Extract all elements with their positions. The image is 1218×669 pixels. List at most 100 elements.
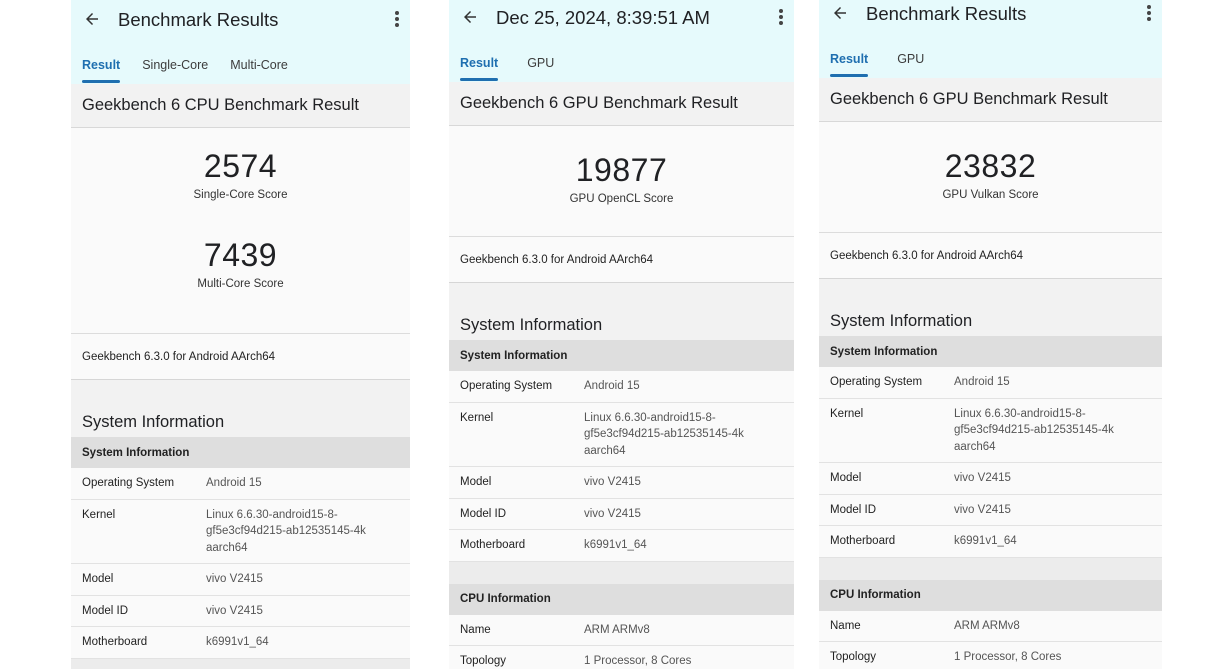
page-title: Dec 25, 2024, 8:39:51 AM xyxy=(496,7,710,28)
gpu-opencl-score: 19877 GPU OpenCL Score xyxy=(449,126,794,205)
single-core-score: 2574 Single-Core Score xyxy=(71,128,410,201)
gpu-vulkan-result-screen: Benchmark Results Result GPU Geekbench 6… xyxy=(819,0,1162,669)
table-row: Kernel Linux 6.6.30-android15-8-gf5e3cf94… xyxy=(819,398,1162,463)
row-key: Model ID xyxy=(830,503,877,516)
version-info: Geekbench 6.3.0 for Android AArch64 xyxy=(819,233,1162,279)
table-row: Model vivo V2415 xyxy=(449,467,794,499)
row-key: Kernel xyxy=(830,407,864,420)
cpu-result-screen: Benchmark Results Result Single-Core Mul… xyxy=(71,0,410,669)
tab-bar: Result GPU xyxy=(449,56,565,82)
app-bar: Benchmark Results Result Single-Core Mul… xyxy=(71,0,410,84)
table-row: Model ID vivo V2415 xyxy=(449,498,794,530)
system-information-heading: System Information xyxy=(819,279,1162,336)
score-value: 7439 xyxy=(203,237,278,273)
tab-gpu[interactable]: GPU xyxy=(879,52,935,78)
row-value: 1 Processor, 8 Cores xyxy=(584,655,692,667)
row-value: vivo V2415 xyxy=(206,604,263,617)
row-key: Operating System xyxy=(460,380,553,392)
back-arrow-icon[interactable] xyxy=(79,6,105,32)
section-divider xyxy=(71,658,410,669)
page-title: Benchmark Results xyxy=(866,3,1027,24)
system-information-heading: System Information xyxy=(449,283,794,340)
row-value: Linux 6.6.30-android15-8-gf5e3cf94d215-a… xyxy=(206,508,366,554)
row-value: Android 15 xyxy=(954,376,1010,388)
row-value: Linux 6.6.30-android15-8-gf5e3cf94d215-a… xyxy=(584,411,744,457)
system-information-subheading: System Information xyxy=(449,340,794,371)
cpu-information-subheading: CPU Information xyxy=(819,579,1162,611)
row-key: Motherboard xyxy=(82,636,148,648)
tab-result[interactable]: Result xyxy=(71,58,131,84)
more-options-icon[interactable] xyxy=(390,6,404,32)
result-title: Geekbench 6 GPU Benchmark Result xyxy=(449,82,794,126)
table-row: Name ARM ARMv8 xyxy=(449,614,794,646)
back-arrow-icon[interactable] xyxy=(827,0,853,26)
table-row: Operating System Android 15 xyxy=(449,371,794,403)
version-info: Geekbench 6.3.0 for Android AArch64 xyxy=(449,237,794,283)
score-value: 19877 xyxy=(575,152,668,188)
row-value: vivo V2415 xyxy=(584,507,641,520)
row-value: vivo V2415 xyxy=(954,503,1011,516)
row-value: vivo V2415 xyxy=(954,472,1011,484)
result-title: Geekbench 6 CPU Benchmark Result xyxy=(71,84,410,128)
row-value: Android 15 xyxy=(584,380,640,392)
table-row: Motherboard k6991v1_64 xyxy=(71,627,410,659)
row-key: Topology xyxy=(460,655,507,667)
row-value: Android 15 xyxy=(206,477,262,489)
row-value: ARM ARMv8 xyxy=(954,619,1020,632)
table-row: Model vivo V2415 xyxy=(819,463,1162,495)
table-row: Model ID vivo V2415 xyxy=(71,595,410,627)
row-key: Motherboard xyxy=(460,539,526,551)
score-block: 2574 Single-Core Score 7439 Multi-Core S… xyxy=(71,128,410,334)
row-key: Model ID xyxy=(82,604,129,617)
row-key: Model xyxy=(830,472,862,484)
table-row: Model ID vivo V2415 xyxy=(819,494,1162,526)
table-row: Topology 1 Processor, 8 Cores xyxy=(449,646,794,669)
score-label: Single-Core Score xyxy=(193,189,288,201)
score-value: 2574 xyxy=(203,148,278,184)
row-key: Motherboard xyxy=(830,535,896,547)
tab-gpu[interactable]: GPU xyxy=(509,56,565,82)
system-information-subheading: System Information xyxy=(819,336,1162,367)
table-row: Name ARM ARMv8 xyxy=(819,610,1162,642)
score-label: Multi-Core Score xyxy=(197,278,284,290)
gpu-opencl-result-screen: Dec 25, 2024, 8:39:51 AM Result GPU Geek… xyxy=(449,0,794,669)
version-info: Geekbench 6.3.0 for Android AArch64 xyxy=(71,334,410,380)
table-row: Kernel Linux 6.6.30-android15-8-gf5e3cf94… xyxy=(449,402,794,467)
row-value: vivo V2415 xyxy=(206,573,263,585)
row-key: Model ID xyxy=(460,507,507,520)
app-bar: Dec 25, 2024, 8:39:51 AM Result GPU xyxy=(449,0,794,82)
section-divider xyxy=(819,557,1162,580)
tab-result[interactable]: Result xyxy=(819,52,879,78)
page-title: Benchmark Results xyxy=(118,9,279,30)
table-row: Model vivo V2415 xyxy=(71,564,410,596)
row-key: Operating System xyxy=(830,376,923,388)
tab-multi-core[interactable]: Multi-Core xyxy=(219,58,299,84)
table-row: Topology 1 Processor, 8 Cores xyxy=(819,642,1162,669)
row-key: Name xyxy=(830,619,861,632)
multi-core-score: 7439 Multi-Core Score xyxy=(71,201,410,290)
gpu-vulkan-score: 23832 GPU Vulkan Score xyxy=(819,122,1162,201)
score-value: 23832 xyxy=(944,148,1037,184)
section-divider xyxy=(449,561,794,584)
tab-result[interactable]: Result xyxy=(449,56,509,82)
table-row: Motherboard k6991v1_64 xyxy=(819,526,1162,558)
app-bar: Benchmark Results Result GPU xyxy=(819,0,1162,78)
back-arrow-icon[interactable] xyxy=(457,4,483,30)
system-information-heading: System Information xyxy=(71,380,410,437)
row-key: Kernel xyxy=(82,508,116,521)
tab-single-core[interactable]: Single-Core xyxy=(131,58,219,84)
table-row: Motherboard k6991v1_64 xyxy=(449,530,794,562)
more-options-icon[interactable] xyxy=(774,4,788,30)
table-row: Operating System Android 15 xyxy=(819,367,1162,399)
row-value: k6991v1_64 xyxy=(206,636,269,648)
row-value: Linux 6.6.30-android15-8-gf5e3cf94d215-a… xyxy=(954,407,1114,453)
row-key: Model xyxy=(82,573,114,585)
table-row: Kernel Linux 6.6.30-android15-8-gf5e3cf94… xyxy=(71,499,410,564)
tab-bar: Result GPU xyxy=(819,52,935,78)
row-value: 1 Processor, 8 Cores xyxy=(954,651,1062,663)
score-block: 23832 GPU Vulkan Score xyxy=(819,122,1162,233)
system-information-subheading: System Information xyxy=(71,437,410,468)
more-options-icon[interactable] xyxy=(1142,0,1156,26)
table-row: Operating System Android 15 xyxy=(71,468,410,500)
score-label: GPU Vulkan Score xyxy=(942,189,1039,201)
